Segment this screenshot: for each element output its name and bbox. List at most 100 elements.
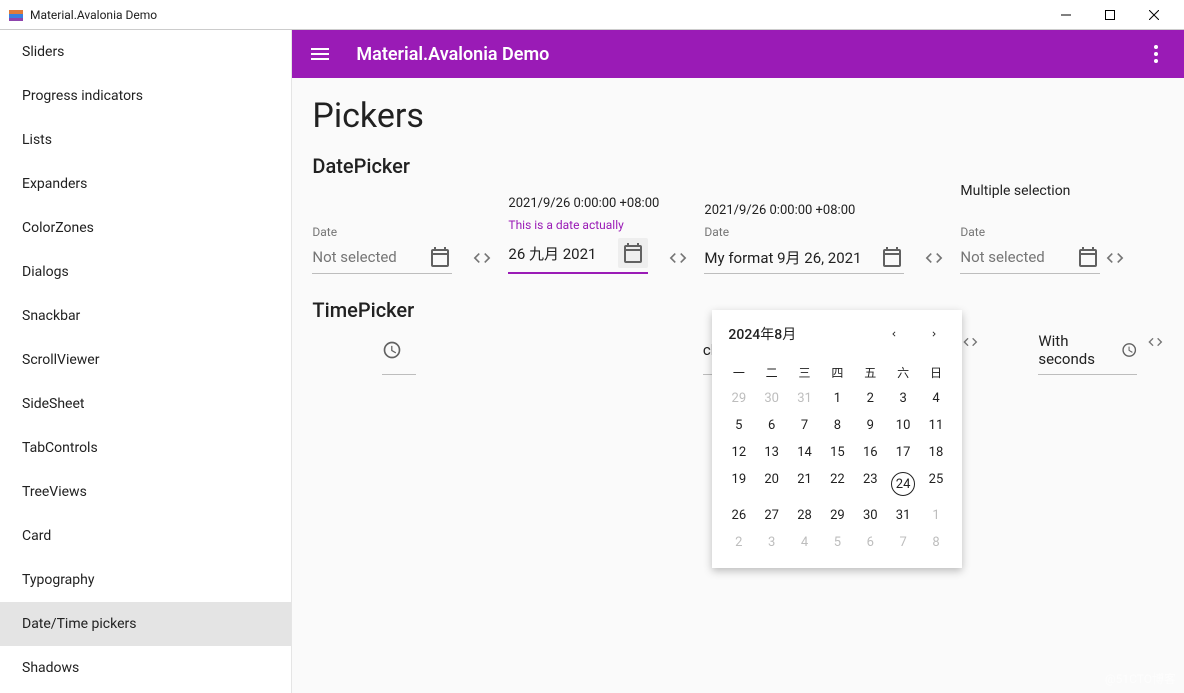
sidebar-item[interactable]: ScrollViewer (0, 338, 291, 382)
sidebar-item[interactable]: Shadows (0, 646, 291, 690)
calendar-day[interactable]: 13 (755, 439, 788, 466)
calendar-icon[interactable] (880, 245, 904, 269)
calendar-day[interactable]: 5 (722, 412, 755, 439)
sidebar-item[interactable]: Progress indicators (0, 74, 291, 118)
calendar-day[interactable]: 19 (722, 466, 755, 502)
calendar-prev-button[interactable] (882, 322, 906, 346)
calendar-day[interactable]: 1 (821, 385, 854, 412)
calendar-dow: 二 (755, 360, 788, 385)
hamburger-icon[interactable] (308, 42, 332, 66)
datepicker-2-field[interactable]: 26 九月 2021 (508, 234, 648, 274)
calendar-month-label[interactable]: 2024年8月 (728, 324, 882, 344)
minimize-button[interactable] (1044, 0, 1088, 30)
calendar-day[interactable]: 5 (821, 529, 854, 556)
calendar-day[interactable]: 29 (722, 385, 755, 412)
calendar-day[interactable]: 12 (722, 439, 755, 466)
calendar-day[interactable]: 17 (887, 439, 920, 466)
calendar-day[interactable]: 14 (788, 439, 821, 466)
timepicker-4[interactable]: With seconds (1038, 332, 1137, 375)
datepicker-4-value: Not selected (960, 248, 1076, 266)
clock-icon (382, 340, 402, 360)
calendar-day[interactable]: 30 (755, 385, 788, 412)
calendar-day[interactable]: 4 (920, 385, 953, 412)
datepicker-4-field[interactable]: Not selected (960, 241, 1100, 274)
calendar-dow: 日 (920, 360, 953, 385)
code-toggle-icon[interactable] (962, 332, 979, 352)
calendar-day[interactable]: 29 (821, 502, 854, 529)
sidebar-item[interactable]: Date/Time pickers (0, 602, 291, 646)
code-toggle-icon[interactable] (472, 248, 492, 268)
calendar-day[interactable]: 4 (788, 529, 821, 556)
timepicker-1[interactable] (382, 332, 415, 375)
calendar-day[interactable]: 6 (854, 529, 887, 556)
calendar-day[interactable]: 18 (920, 439, 953, 466)
calendar-icon[interactable] (1076, 245, 1100, 269)
calendar-day[interactable]: 1 (920, 502, 953, 529)
calendar-day[interactable]: 3 (887, 385, 920, 412)
calendar-day[interactable]: 20 (755, 466, 788, 502)
calendar-day[interactable]: 31 (788, 385, 821, 412)
calendar-day[interactable]: 10 (887, 412, 920, 439)
code-toggle-icon[interactable] (668, 248, 688, 268)
calendar-day[interactable]: 27 (755, 502, 788, 529)
calendar-day[interactable]: 3 (755, 529, 788, 556)
calendar-day[interactable]: 8 (920, 529, 953, 556)
datepicker-1-field[interactable]: Not selected (312, 241, 452, 274)
calendar-day[interactable]: 2 (854, 385, 887, 412)
sidebar-item[interactable]: SideSheet (0, 382, 291, 426)
datepicker-3-field[interactable]: My format 9月 26, 2021 (704, 241, 904, 274)
kebab-icon[interactable] (1144, 42, 1168, 66)
main: Material.Avalonia Demo Pickers DatePicke… (292, 30, 1184, 693)
datepicker-2-label: This is a date actually (508, 218, 648, 232)
code-toggle-icon[interactable] (1147, 332, 1164, 352)
maximize-button[interactable] (1088, 0, 1132, 30)
calendar-day[interactable]: 16 (854, 439, 887, 466)
calendar-day[interactable]: 7 (887, 529, 920, 556)
datepicker-4-top-label: Multiple selection (960, 183, 1070, 199)
calendar-day[interactable]: 2 (722, 529, 755, 556)
sidebar-item[interactable]: Snackbar (0, 294, 291, 338)
sidebar-item[interactable]: TabControls (0, 426, 291, 470)
datepicker-3-value: My format 9月 26, 2021 (704, 247, 880, 268)
sidebar-item[interactable]: Typography (0, 558, 291, 602)
window-controls (1044, 0, 1176, 30)
calendar-dow: 六 (887, 360, 920, 385)
calendar-day[interactable]: 25 (920, 466, 953, 502)
calendar-day[interactable]: 11 (920, 412, 953, 439)
calendar-day[interactable]: 26 (722, 502, 755, 529)
sidebar-item[interactable]: TreeViews (0, 470, 291, 514)
calendar-day[interactable]: 8 (821, 412, 854, 439)
appbar: Material.Avalonia Demo (292, 30, 1184, 78)
calendar-day[interactable]: 21 (788, 466, 821, 502)
calendar-day[interactable]: 31 (887, 502, 920, 529)
close-button[interactable] (1132, 0, 1176, 30)
calendar-day[interactable]: 9 (854, 412, 887, 439)
calendar-day[interactable]: 15 (821, 439, 854, 466)
sidebar-item[interactable]: Dialogs (0, 250, 291, 294)
calendar-next-button[interactable] (922, 322, 946, 346)
calendar-icon[interactable] (428, 245, 452, 269)
calendar-day[interactable]: 30 (854, 502, 887, 529)
calendar-day[interactable]: 22 (821, 466, 854, 502)
calendar-day[interactable]: 7 (788, 412, 821, 439)
sidebar-item[interactable]: Card (0, 514, 291, 558)
calendar-day[interactable]: 28 (788, 502, 821, 529)
app-icon (8, 7, 24, 23)
sidebar[interactable]: SlidersProgress indicatorsListsExpanders… (0, 30, 292, 693)
code-toggle-icon[interactable] (924, 248, 944, 268)
datepicker-2: 2021/9/26 0:00:00 +08:00 This is a date … (508, 218, 648, 274)
calendar-day[interactable]: 23 (854, 466, 887, 502)
sidebar-item[interactable]: Sliders (0, 30, 291, 74)
sidebar-item[interactable]: Lists (0, 118, 291, 162)
calendar-day[interactable]: 6 (755, 412, 788, 439)
code-toggle-icon[interactable] (1105, 248, 1125, 268)
datepicker-1-value: Not selected (312, 248, 428, 266)
datepicker-row: Date Not selected 2021/9/26 0:00:00 +08:… (312, 218, 1164, 274)
page-title: Pickers (312, 96, 1164, 136)
datepicker-4-label: Date (960, 225, 1085, 239)
datepicker-heading: DatePicker (312, 154, 1164, 178)
sidebar-item[interactable]: Expanders (0, 162, 291, 206)
calendar-icon-box[interactable] (618, 238, 648, 268)
calendar-day[interactable]: 24 (887, 466, 920, 502)
sidebar-item[interactable]: ColorZones (0, 206, 291, 250)
